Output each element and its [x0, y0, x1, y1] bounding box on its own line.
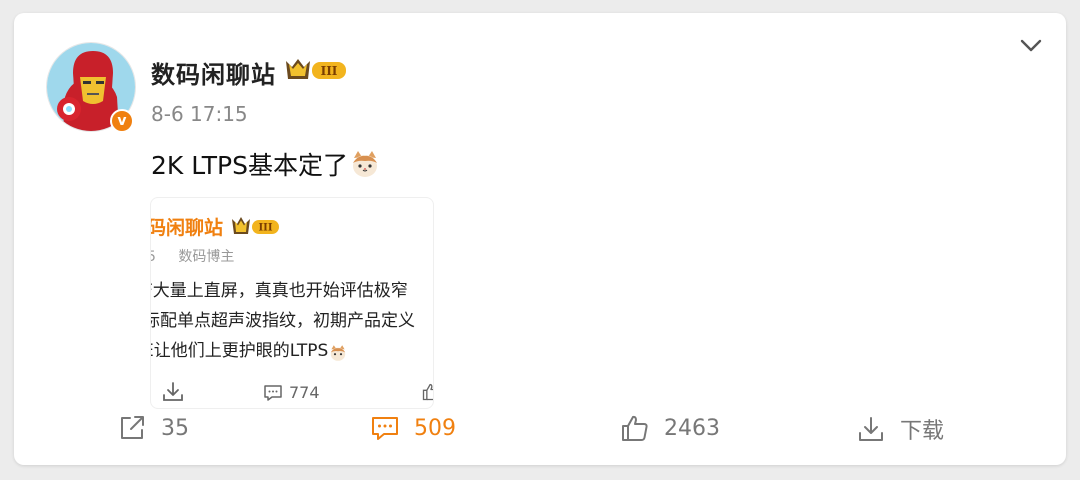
post-text-content: 2K LTPS基本定了	[151, 151, 348, 180]
repost-meta-role: 数码博主	[178, 249, 235, 265]
share-count: 35	[161, 415, 189, 441]
repost-action-bar: 774	[151, 380, 433, 404]
share-button[interactable]: 35	[117, 413, 189, 443]
post-action-bar: 35 509 2463 下载	[14, 413, 1066, 451]
repost-card[interactable]: 码闲聊站 III 5 数码博主 F大量上直屏，真真也开始评估极窄 际配单点超声波…	[150, 197, 434, 409]
share-icon	[121, 416, 144, 439]
download-icon	[859, 417, 883, 441]
comment-icon	[372, 417, 398, 440]
like-icon	[622, 415, 648, 441]
repost-meta: 5 数码博主	[151, 246, 235, 266]
repost-comment-button[interactable]: 774	[263, 383, 320, 402]
repost-comment-count: 774	[289, 383, 320, 402]
repost-line: F大量上直屏，真真也开始评估极窄	[150, 281, 408, 301]
post-timestamp[interactable]: 8-6 17:15	[151, 102, 248, 126]
like-count: 2463	[664, 415, 720, 441]
comment-icon	[264, 384, 282, 401]
repost-line: 际配单点超声波指纹，初期产品定义	[150, 311, 415, 331]
repost-level-badge-icon: III	[231, 215, 281, 237]
repost-line-text: E让他们上更护眼的LTPS	[150, 341, 329, 361]
svg-text:III: III	[321, 64, 338, 78]
repost-meta-date: 5	[151, 249, 156, 265]
svg-text:III: III	[258, 223, 272, 234]
comment-count: 509	[414, 415, 456, 441]
like-icon[interactable]	[421, 382, 433, 402]
repost-text: F大量上直屏，真真也开始评估极窄 际配单点超声波指纹，初期产品定义 E让他们上更…	[150, 276, 415, 366]
repost-line-last: E让他们上更护眼的LTPS	[150, 336, 415, 366]
verified-badge-icon: v	[110, 109, 134, 133]
download-label: 下载	[900, 419, 945, 444]
repost-author-name[interactable]: 码闲聊站	[151, 213, 223, 240]
cat-face-icon	[350, 149, 380, 179]
weibo-post-card: v 数码闲聊站 III 8-6 17:15 2K LTPS基本定了 码闲聊站 I…	[14, 13, 1066, 465]
author-name[interactable]: 数码闲聊站	[151, 55, 276, 90]
download-button[interactable]: 下载	[856, 413, 944, 445]
comment-button[interactable]: 509	[370, 413, 456, 443]
chevron-down-icon[interactable]	[1016, 31, 1046, 61]
post-text: 2K LTPS基本定了	[151, 146, 380, 182]
like-button[interactable]: 2463	[620, 413, 720, 443]
cat-face-icon	[329, 342, 347, 361]
download-icon[interactable]	[161, 380, 185, 404]
level-badge-icon[interactable]: III	[284, 57, 350, 83]
